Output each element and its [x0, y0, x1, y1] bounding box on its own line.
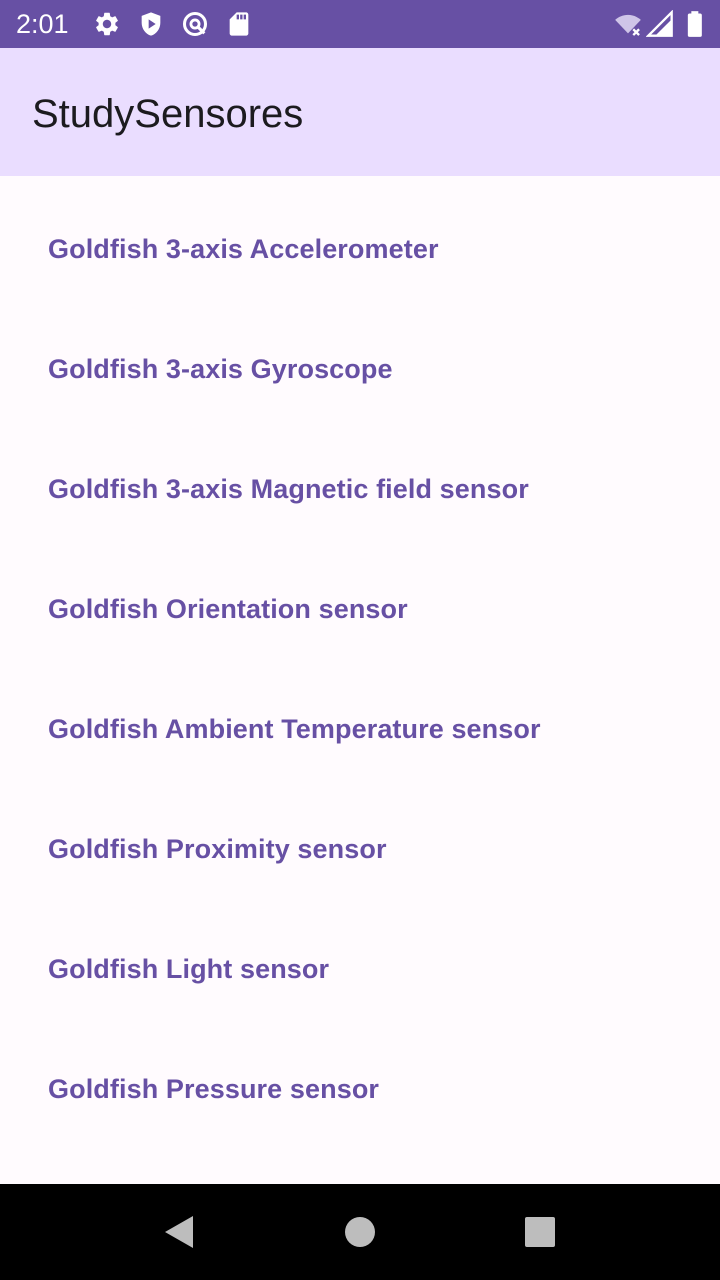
navigation-bar — [0, 1184, 720, 1280]
list-item[interactable]: Goldfish Pressure sensor — [0, 1030, 720, 1150]
sensor-label: Goldfish Ambient Temperature sensor — [48, 714, 541, 744]
sensor-label: Goldfish 3-axis Accelerometer — [48, 234, 439, 264]
sensor-label: Goldfish 3-axis Gyroscope — [48, 354, 393, 384]
wifi-off-icon — [614, 10, 642, 38]
recents-button[interactable] — [480, 1184, 600, 1280]
gear-icon — [93, 10, 121, 38]
back-button[interactable] — [119, 1184, 239, 1280]
app-screen: 2:01 StudySensores Goldfish 3-axis Accel… — [0, 0, 720, 1280]
home-icon — [344, 1216, 376, 1248]
app-title: StudySensores — [32, 92, 304, 136]
list-item[interactable]: Goldfish 3-axis Accelerometer — [0, 190, 720, 310]
sensor-label: Goldfish Orientation sensor — [48, 594, 408, 624]
shield-icon — [137, 10, 165, 38]
list-item[interactable]: Goldfish Orientation sensor — [0, 550, 720, 670]
back-icon — [163, 1215, 195, 1249]
battery-icon — [682, 10, 710, 38]
status-bar: 2:01 — [0, 0, 720, 48]
list-item[interactable]: Goldfish Proximity sensor — [0, 790, 720, 910]
sensor-label: Goldfish Proximity sensor — [48, 834, 387, 864]
sensor-label: Goldfish Light sensor — [48, 954, 330, 984]
app-bar: StudySensores — [0, 48, 720, 176]
list-item[interactable]: Goldfish 3-axis Gyroscope — [0, 310, 720, 430]
sd-card-icon — [225, 10, 253, 38]
sensor-list[interactable]: Goldfish 3-axis Accelerometer Goldfish 3… — [0, 176, 720, 1184]
list-item[interactable]: Goldfish Light sensor — [0, 910, 720, 1030]
list-item[interactable]: Goldfish 3-axis Magnetic field sensor — [0, 430, 720, 550]
at-sign-icon — [181, 10, 209, 38]
home-button[interactable] — [300, 1184, 420, 1280]
signal-icon — [646, 10, 674, 38]
status-time: 2:01 — [16, 9, 69, 39]
sensor-label: Goldfish 3-axis Magnetic field sensor — [48, 474, 529, 504]
sensor-label: Goldfish Pressure sensor — [48, 1074, 380, 1104]
list-item[interactable]: Goldfish Ambient Temperature sensor — [0, 670, 720, 790]
recents-icon — [525, 1217, 555, 1247]
